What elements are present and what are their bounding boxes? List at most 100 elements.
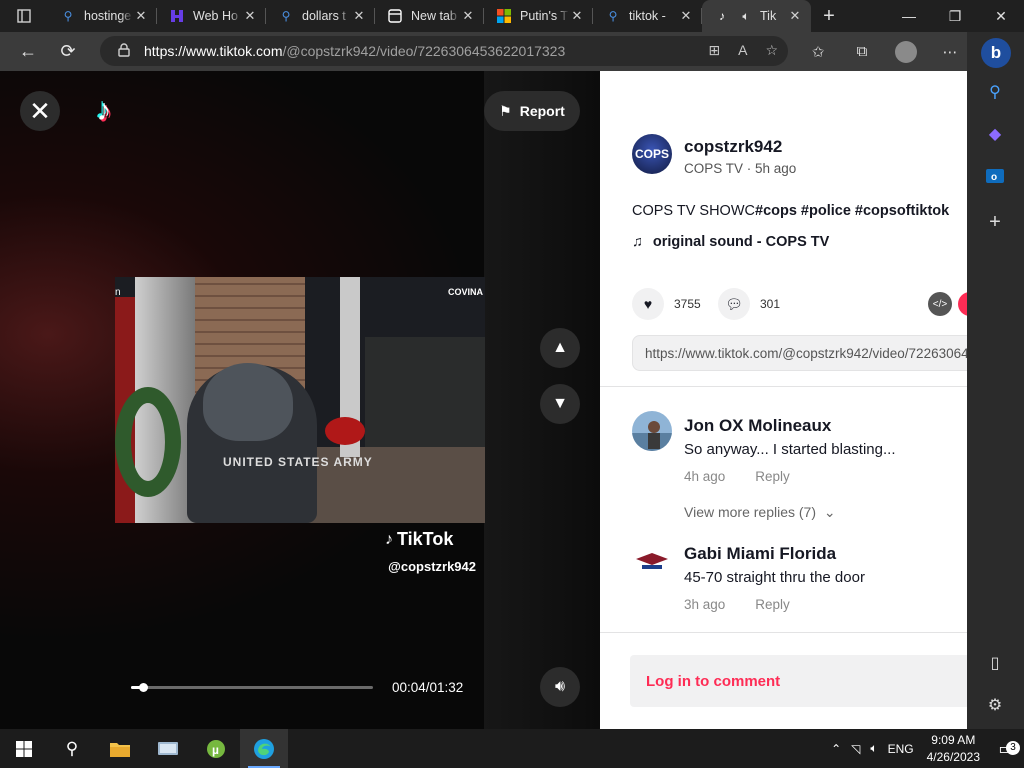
close-icon[interactable]: ✕ — [678, 8, 694, 24]
collections-icon[interactable]: ⧉ — [840, 43, 884, 60]
newtab-icon — [387, 8, 403, 24]
close-icon[interactable]: ✕ — [569, 8, 585, 24]
address-bar[interactable]: https://www.tiktok.com/@copstzrk942/vide… — [100, 36, 788, 66]
chevron-down-icon: ⌄ — [823, 504, 836, 520]
copilot-icon[interactable]: ◆ — [983, 122, 1007, 146]
next-video-button[interactable]: ▼ — [540, 384, 580, 424]
outlook-icon[interactable]: o — [983, 164, 1007, 188]
like-action[interactable]: ♥ 3755 — [632, 288, 701, 320]
edge-browser-icon[interactable] — [240, 729, 288, 768]
comment-avatar[interactable] — [632, 539, 672, 579]
refresh-button[interactable]: ⟳ — [48, 34, 88, 70]
volume-icon[interactable]: 🔊︎ — [540, 667, 580, 707]
start-button[interactable] — [0, 729, 48, 768]
tiktok-logo-icon[interactable]: ♪ — [88, 93, 120, 129]
tab-tiktok-search[interactable]: ⚲ tiktok - ✕ — [593, 0, 702, 32]
favorites-icon[interactable]: ✩ — [796, 43, 840, 61]
search-icon: ⚲ — [63, 9, 73, 23]
comment-author[interactable]: Gabi Miami Florida — [684, 544, 836, 564]
comment-count: 301 — [760, 297, 781, 311]
restore-icon[interactable]: ❐ — [932, 0, 978, 32]
tab-new-tab[interactable]: New tab ✕ — [375, 0, 484, 32]
settings-gear-icon[interactable]: ⚙ — [983, 693, 1007, 717]
read-aloud-icon[interactable]: A — [738, 42, 747, 59]
video-time: 00:04/01:32 — [392, 680, 464, 695]
comment-meta: 3h ago Reply — [684, 597, 790, 612]
url-path: /@copstzrk942/video/7226306453622017323 — [282, 43, 566, 59]
tab-actions-icon[interactable] — [0, 0, 48, 32]
comment-author[interactable]: Jon OX Molineaux — [684, 416, 831, 436]
report-button[interactable]: ⚑ Report — [484, 91, 580, 131]
close-icon[interactable]: ✕ — [351, 8, 367, 24]
notification-count: 3 — [1006, 740, 1020, 755]
add-sidebar-app-icon[interactable]: + — [983, 210, 1007, 234]
minimize-icon[interactable]: — — [886, 0, 932, 32]
svg-text:o: o — [991, 172, 997, 183]
video-description: COPS TV SHOWC#cops #police #copsoftiktok — [632, 203, 950, 219]
add-favorite-icon[interactable]: ☆ — [765, 42, 778, 59]
video-info-panel: COPS copstzrk942 COPS TV · 5h ago COPS T… — [600, 71, 967, 729]
close-icon[interactable]: ✕ — [133, 8, 149, 24]
volume-icon[interactable]: 🔈︎ — [865, 741, 882, 756]
more-options-icon[interactable]: ⋯ — [928, 43, 972, 61]
reply-button[interactable]: Reply — [755, 469, 790, 484]
close-icon[interactable]: ✕ — [460, 8, 476, 24]
previous-video-button[interactable]: ▲ — [540, 328, 580, 368]
view-more-replies[interactable]: View more replies (7) ⌄ — [684, 504, 836, 521]
tab-hostinger-search[interactable]: ⚲ hostinge ✕ — [48, 0, 157, 32]
bing-chat-icon[interactable]: b — [981, 38, 1011, 68]
comment-avatar[interactable] — [632, 411, 672, 451]
speaker-icon[interactable]: 🔈︎ — [738, 8, 754, 24]
close-window-icon[interactable]: ✕ — [978, 0, 1024, 32]
flag-icon: ⚑ — [499, 102, 512, 119]
hashtags[interactable]: #cops #police #copsoftiktok — [755, 203, 949, 219]
comment-time: 3h ago — [684, 597, 726, 612]
reply-button[interactable]: Reply — [755, 597, 790, 612]
wreath — [115, 387, 181, 497]
utorrent-icon[interactable]: µ — [192, 729, 240, 768]
clock[interactable]: 9:09 AM 4/26/2023 — [919, 732, 988, 766]
video-progress-bar[interactable] — [131, 683, 373, 692]
lock-icon[interactable] — [118, 42, 130, 60]
embed-code-icon[interactable]: </> — [928, 292, 952, 316]
author-subtitle: COPS TV · 5h ago — [684, 161, 797, 176]
comment-login-area: Log in to comment — [600, 632, 967, 729]
control-panel-icon[interactable] — [144, 729, 192, 768]
tab-web-hosting[interactable]: Web Ho ✕ — [157, 0, 266, 32]
video-link-box[interactable]: https://www.tiktok.com/@copstzrk942/vide… — [632, 335, 967, 371]
comment-action[interactable]: 💬︎ 301 — [718, 288, 780, 320]
url-host: https://www.tiktok.com — [144, 43, 283, 59]
network-icon[interactable]: ◹ — [846, 742, 865, 756]
music-note-icon: ♫ — [632, 234, 643, 250]
author-name[interactable]: copstzrk942 — [684, 137, 782, 157]
comment-bubble-icon[interactable]: 💬︎ — [718, 288, 750, 320]
tab-strip: ⚲ hostinge ✕ Web Ho ✕ ⚲ dollars t ✕ New … — [0, 0, 1024, 32]
back-button[interactable]: ← — [8, 34, 48, 70]
close-icon[interactable]: ✕ — [787, 8, 803, 24]
tab-putin[interactable]: Putin's T ✕ — [484, 0, 593, 32]
close-video-button[interactable]: ✕ — [20, 91, 60, 131]
search-icon[interactable]: ⚲ — [48, 729, 96, 768]
edge-sidebar: b ⚲ ◆ o + ▯ ⚙ — [967, 32, 1024, 729]
app-available-icon[interactable]: ⊞ — [708, 42, 720, 59]
tab-tiktok-active[interactable]: ♪ 🔈︎ Tik ✕ — [702, 0, 811, 32]
profile-avatar[interactable] — [895, 40, 917, 63]
sidebar-toggle-icon[interactable]: ▯ — [983, 651, 1007, 675]
tiktok-note-icon: ♪ — [385, 530, 393, 548]
search-icon[interactable]: ⚲ — [983, 80, 1007, 104]
login-to-comment-button[interactable]: Log in to comment — [630, 655, 967, 707]
new-tab-button[interactable]: + — [811, 0, 847, 32]
notifications-icon[interactable]: ▭ 3 — [988, 739, 1024, 759]
chevron-up-icon[interactable]: ⌃ — [826, 742, 846, 756]
frame-edge-text: n — [115, 287, 121, 298]
sound-link[interactable]: ♫ original sound - COPS TV — [632, 234, 829, 250]
tab-dollars-search[interactable]: ⚲ dollars t ✕ — [266, 0, 375, 32]
author-avatar[interactable]: COPS — [632, 134, 672, 174]
video-frame[interactable]: UNITED STATES ARMY COVINA n — [115, 277, 485, 523]
heart-icon[interactable]: ♥ — [632, 288, 664, 320]
file-explorer-icon[interactable] — [96, 729, 144, 768]
tiktok-icon: ♪ — [719, 9, 725, 23]
language-indicator[interactable]: ENG — [883, 742, 919, 756]
close-icon[interactable]: ✕ — [242, 8, 258, 24]
share-icon[interactable] — [958, 292, 967, 316]
